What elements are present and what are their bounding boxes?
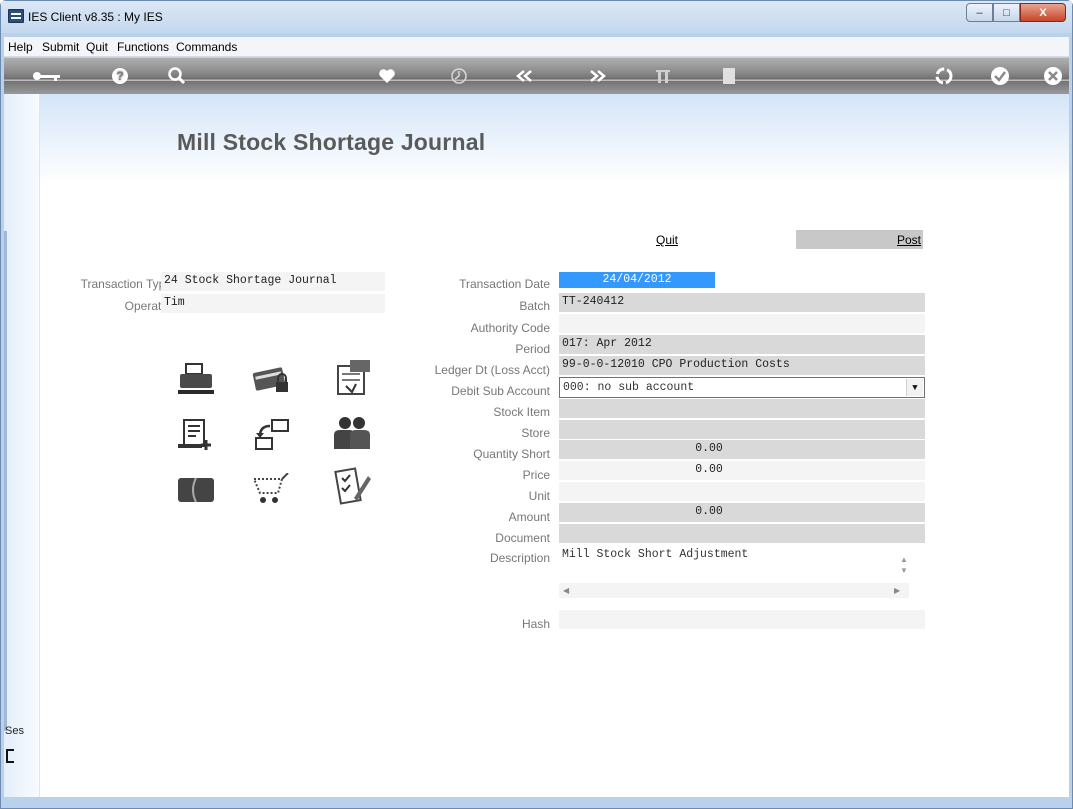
certificate-icon[interactable] bbox=[330, 356, 374, 400]
search-icon[interactable] bbox=[164, 64, 190, 88]
transaction-date-label: Transaction Date bbox=[459, 277, 550, 291]
quantity-short-label: Quantity Short bbox=[473, 447, 550, 461]
debit-sub-account-value: 000: no sub account bbox=[563, 381, 695, 394]
unit-label: Unit bbox=[528, 489, 550, 503]
hash-field[interactable] bbox=[559, 610, 925, 629]
clock-icon[interactable] bbox=[446, 64, 472, 88]
quit-link[interactable]: Quit bbox=[656, 233, 678, 247]
scroll-up-icon[interactable]: ▲ bbox=[900, 555, 908, 564]
period-field[interactable]: 017: Apr 2012 bbox=[559, 335, 925, 354]
minimize-button[interactable]: – bbox=[966, 3, 993, 22]
stock-item-field[interactable] bbox=[559, 399, 925, 418]
transaction-type-field[interactable]: 24 Stock Shortage Journal bbox=[161, 272, 385, 291]
amount-field[interactable]: 0.00 bbox=[559, 503, 859, 522]
authority-code-field[interactable] bbox=[559, 314, 925, 333]
app-window: IES Client v8.35 : My IES – □ X Help Sub… bbox=[0, 0, 1073, 809]
store-field[interactable] bbox=[559, 420, 925, 439]
window-title: IES Client v8.35 : My IES bbox=[28, 10, 163, 24]
main-content: Ses Mill Stock Shortage Journal Quit Pos… bbox=[4, 94, 1069, 797]
menu-commands[interactable]: Commands bbox=[176, 40, 237, 54]
checklist-icon[interactable] bbox=[330, 464, 374, 508]
transfer-icon[interactable] bbox=[250, 414, 294, 458]
key-icon[interactable] bbox=[30, 64, 64, 88]
transaction-type-label: Transaction Type bbox=[80, 277, 172, 291]
operator-label: Operator bbox=[124, 299, 172, 313]
batch-label: Batch bbox=[519, 299, 550, 313]
period-label: Period bbox=[515, 342, 550, 356]
menu-help[interactable]: Help bbox=[8, 40, 33, 54]
page-title: Mill Stock Shortage Journal bbox=[177, 129, 486, 155]
recycle-icon[interactable] bbox=[931, 64, 957, 88]
heart-icon[interactable] bbox=[374, 64, 400, 88]
help-icon[interactable]: ? bbox=[107, 64, 133, 88]
unit-field[interactable] bbox=[559, 482, 925, 501]
store-label: Store bbox=[521, 426, 550, 440]
scroll-right-icon[interactable]: ▶ bbox=[894, 586, 900, 595]
chevron-down-icon[interactable]: ▼ bbox=[906, 379, 923, 396]
window-controls: – □ X bbox=[966, 3, 1066, 22]
quantity-short-field[interactable]: 0.00 bbox=[559, 440, 859, 459]
check-icon[interactable] bbox=[987, 64, 1013, 88]
description-text: Mill Stock Short Adjustment bbox=[562, 548, 749, 561]
card-lock-icon[interactable] bbox=[250, 358, 294, 402]
menu-submit[interactable]: Submit bbox=[42, 40, 79, 54]
users-icon[interactable] bbox=[330, 412, 374, 456]
app-icon bbox=[8, 9, 24, 23]
post-button[interactable]: Post bbox=[796, 230, 923, 249]
amount-label: Amount bbox=[508, 510, 550, 524]
horizontal-scrollbar[interactable]: ◀ ▶ bbox=[559, 583, 909, 598]
svg-text:?: ? bbox=[116, 69, 123, 83]
price-field-ext bbox=[859, 461, 925, 480]
quantity-short-field-ext bbox=[859, 440, 925, 459]
debit-sub-account-select[interactable]: 000: no sub account ▼ bbox=[559, 377, 925, 398]
rewind-icon[interactable] bbox=[512, 64, 538, 88]
session-icon[interactable] bbox=[6, 749, 14, 763]
close-window-button[interactable]: X bbox=[1020, 3, 1066, 22]
menu-quit[interactable]: Quit bbox=[86, 40, 108, 54]
printer-icon[interactable] bbox=[174, 358, 218, 402]
menu-bar: Help Submit Quit Functions Commands bbox=[4, 37, 1069, 57]
maximize-button[interactable]: □ bbox=[993, 3, 1020, 22]
shortcut-icon-grid bbox=[174, 350, 414, 530]
batch-field[interactable]: TT-240412 bbox=[559, 293, 925, 312]
scroll-down-icon[interactable]: ▼ bbox=[900, 566, 908, 575]
ledger-dt-field[interactable]: 99-0-0-12010 CPO Production Costs bbox=[559, 356, 925, 375]
description-label: Description bbox=[489, 551, 550, 565]
amount-field-ext bbox=[859, 503, 925, 522]
ledger-dt-label: Ledger Dt (Loss Acct) bbox=[434, 363, 550, 377]
receipt-add-icon[interactable] bbox=[174, 414, 218, 458]
toolbar: ? bbox=[4, 58, 1069, 94]
hash-label: Hash bbox=[521, 617, 550, 631]
cart-icon[interactable] bbox=[250, 468, 294, 512]
operator-field[interactable]: Tim bbox=[161, 294, 385, 313]
sidebar-accent bbox=[4, 231, 7, 731]
forward-icon[interactable] bbox=[584, 64, 610, 88]
document-field[interactable] bbox=[559, 524, 925, 543]
scroll-left-icon[interactable]: ◀ bbox=[563, 586, 569, 595]
price-field[interactable]: 0.00 bbox=[559, 461, 859, 480]
credit-card-icon[interactable] bbox=[174, 468, 218, 512]
description-textarea[interactable]: Mill Stock Short Adjustment ▲ ▼ ◀ ▶ bbox=[559, 545, 925, 601]
title-bar: IES Client v8.35 : My IES – □ X bbox=[1, 1, 1072, 33]
tools-icon[interactable] bbox=[650, 64, 676, 88]
authority-code-label: Authority Code bbox=[470, 321, 550, 335]
post-link[interactable]: Post bbox=[897, 233, 921, 247]
stock-item-label: Stock Item bbox=[493, 405, 550, 419]
vertical-scrollbar[interactable]: ▲ ▼ bbox=[898, 545, 910, 583]
document-icon[interactable] bbox=[716, 64, 742, 88]
menu-functions[interactable]: Functions bbox=[117, 40, 169, 54]
session-label: Ses bbox=[5, 725, 24, 737]
price-label: Price bbox=[522, 468, 550, 482]
session-sidebar: Ses bbox=[4, 94, 40, 797]
transaction-date-field[interactable]: 24/04/2012 bbox=[559, 272, 715, 288]
close-icon[interactable] bbox=[1040, 64, 1066, 88]
document-label: Document bbox=[495, 531, 550, 545]
debit-sub-account-label: Debit Sub Account bbox=[451, 384, 550, 398]
